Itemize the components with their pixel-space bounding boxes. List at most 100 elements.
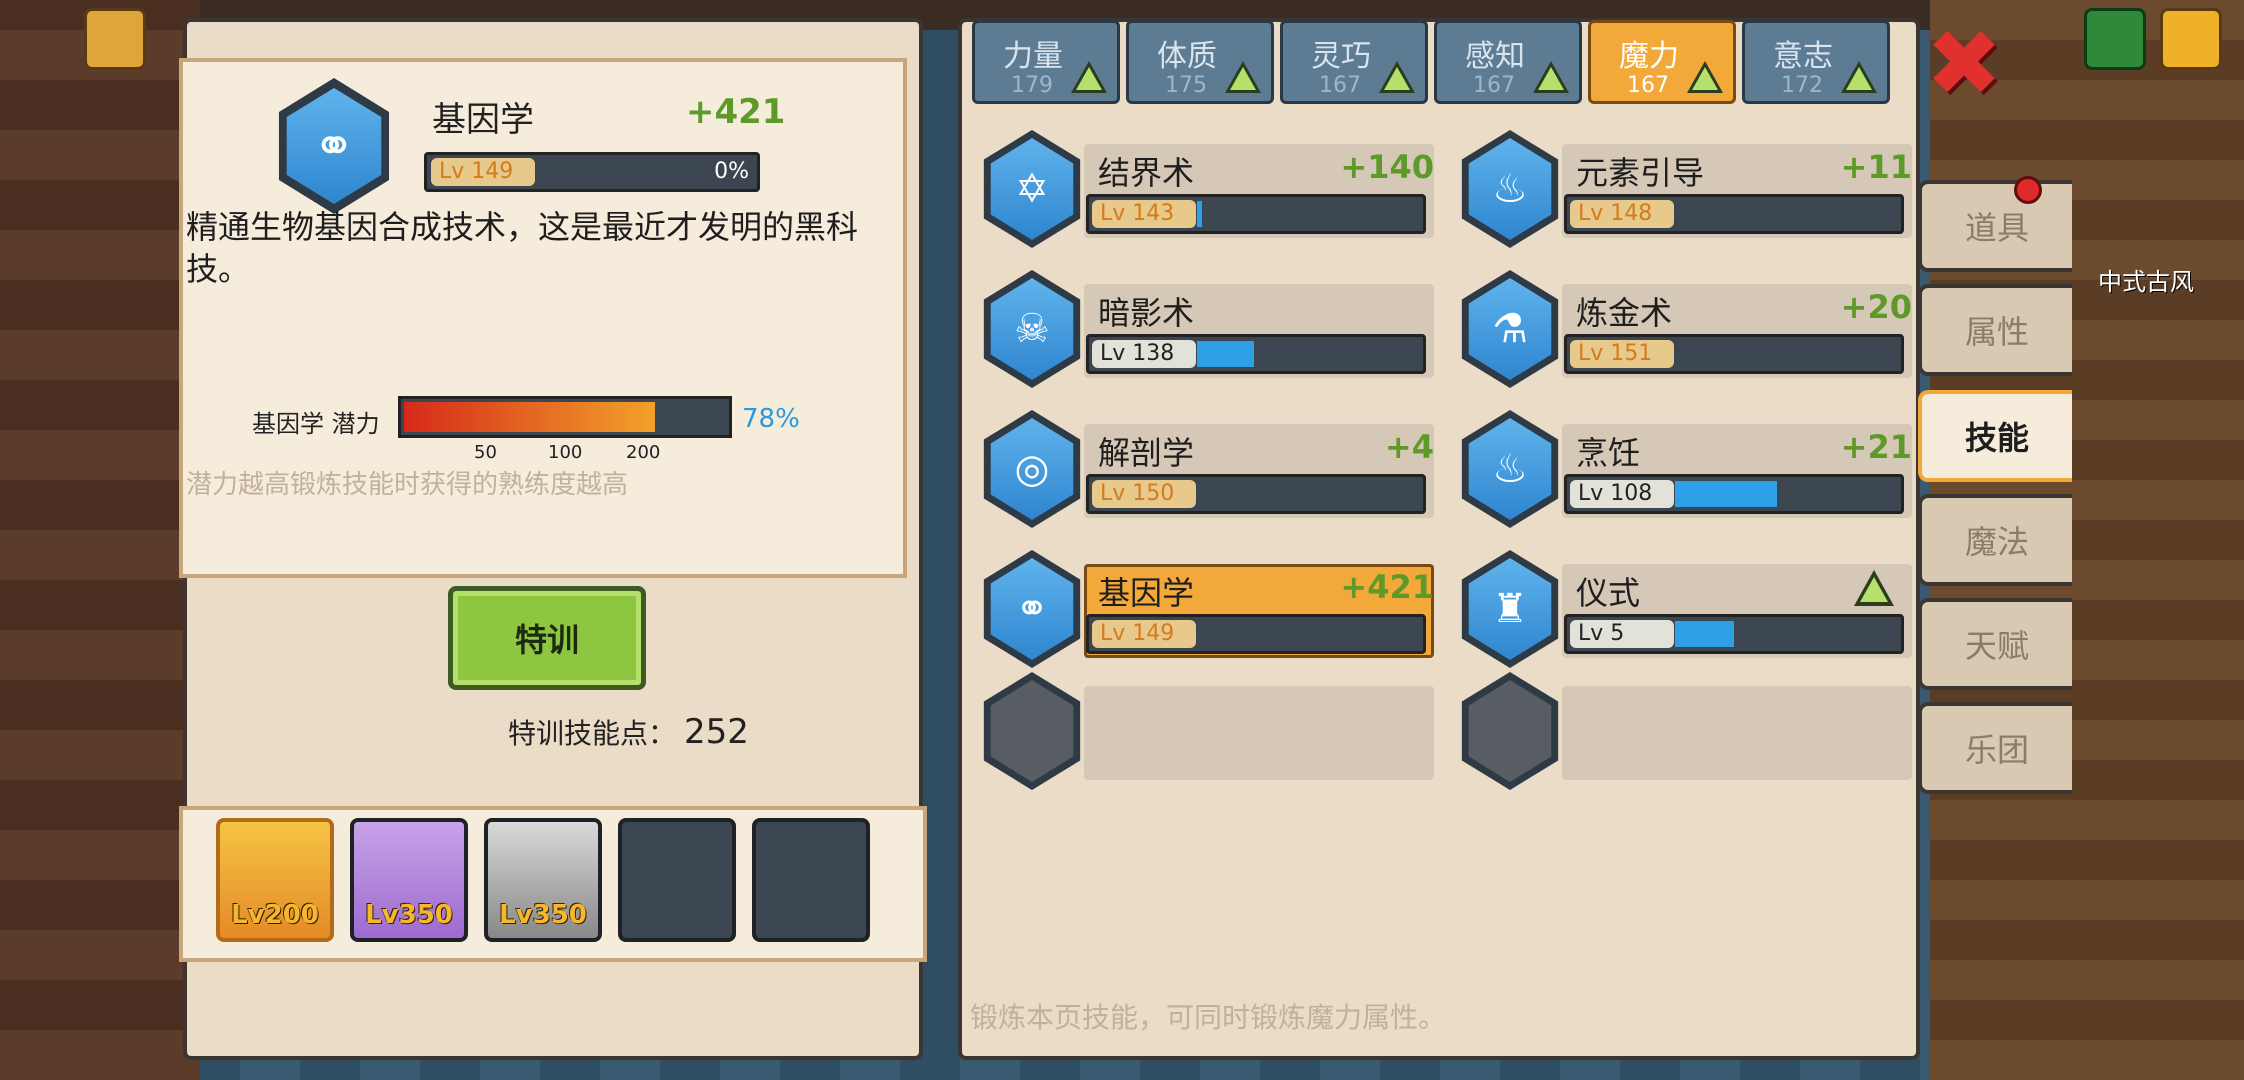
party-member-slot[interactable]: Lv200	[216, 818, 334, 942]
empty-skill-icon	[983, 672, 1081, 790]
skill-level: Lv 148	[1570, 200, 1674, 228]
skill-level: Lv 5	[1570, 620, 1674, 648]
skill-progress-fill	[1197, 341, 1254, 367]
skill-bonus: +4	[1384, 428, 1434, 466]
selected-skill-name: 基因学	[432, 100, 534, 140]
up-arrow-icon	[1687, 61, 1723, 93]
empty-skill-card	[1562, 686, 1912, 780]
player-avatar[interactable]	[84, 8, 146, 70]
empty-skill-icon	[1461, 672, 1559, 790]
skill-icon-frame: ♜	[1461, 550, 1559, 668]
molecule-icon: ⚭	[313, 117, 355, 175]
side-tab-magic[interactable]: 魔法	[1918, 494, 2072, 586]
minimize-icon[interactable]	[2160, 8, 2222, 70]
selected-skill-progress: 0%	[714, 159, 749, 184]
up-arrow-icon	[1225, 61, 1261, 93]
skill-item[interactable]: ♨ 元素引导 +11 Lv 148	[1452, 130, 1922, 248]
spiral-icon: ♨	[1492, 166, 1528, 212]
up-arrow-icon	[1071, 61, 1107, 93]
candle-icon: ♜	[1492, 586, 1528, 632]
skill-bonus: +11	[1840, 148, 1912, 186]
tab-strength[interactable]: 力量 179	[972, 20, 1120, 104]
pot-icon: ♨	[1492, 446, 1528, 492]
side-tab-talents[interactable]: 天赋	[1918, 598, 2072, 690]
special-training-button[interactable]: 特训	[448, 586, 646, 690]
training-points: 特训技能点： 252	[508, 712, 749, 752]
close-icon[interactable]: ✖	[1925, 18, 2002, 110]
potential-label: 基因学 潜力	[252, 410, 380, 438]
skill-name: 炼金术	[1576, 294, 1673, 332]
potential-bar	[398, 396, 732, 438]
tab-constitution[interactable]: 体质 175	[1126, 20, 1274, 104]
skill-level: Lv 151	[1570, 340, 1674, 368]
empty-party-slot[interactable]	[752, 818, 870, 942]
up-arrow-icon	[1854, 570, 1894, 606]
tab-label: 魔力	[1619, 39, 1679, 74]
skill-name: 基因学	[1098, 574, 1195, 612]
skill-bonus: +20	[1840, 288, 1912, 326]
tab-label: 感知	[1465, 39, 1525, 74]
empty-skill-slot	[974, 672, 1444, 790]
tab-value: 172	[1781, 73, 1823, 98]
skill-item[interactable]: ⚭ 基因学 +421 Lv 149	[974, 550, 1444, 668]
selected-skill-bonus: +421	[686, 92, 786, 132]
skill-name: 元素引导	[1576, 154, 1705, 192]
skill-item[interactable]: ◎ 解剖学 +4 Lv 150	[974, 410, 1444, 528]
skill-name: 暗影术	[1098, 294, 1195, 332]
party-member-slot[interactable]: Lv350	[484, 818, 602, 942]
tab-magic[interactable]: 魔力 167	[1588, 20, 1736, 104]
tab-dexterity[interactable]: 灵巧 167	[1280, 20, 1428, 104]
skill-progress-bar: Lv 149	[1086, 614, 1426, 654]
training-points-label: 特训技能点：	[508, 717, 677, 750]
tab-label: 力量	[1003, 39, 1063, 74]
skill-item[interactable]: ✡ 结界术 +140 Lv 143	[974, 130, 1444, 248]
skill-progress-bar: Lv 151	[1564, 334, 1904, 374]
tab-value: 175	[1165, 73, 1207, 98]
skill-item[interactable]: ☠ 暗影术 Lv 138	[974, 270, 1444, 388]
skill-level: Lv 149	[1092, 620, 1196, 648]
side-tab-skills[interactable]: 技能	[1918, 390, 2072, 482]
skill-icon-frame: ♨	[1461, 130, 1559, 248]
skill-item[interactable]: ♜ 仪式 Lv 5	[1452, 550, 1922, 668]
skill-progress-bar: Lv 150	[1086, 474, 1426, 514]
skill-level: Lv 143	[1092, 200, 1196, 228]
hexagram-icon: ✡	[1015, 166, 1049, 212]
party-member-slot[interactable]: Lv350	[350, 818, 468, 942]
empty-skill-card	[1084, 686, 1434, 780]
skill-icon-frame: ♨	[1461, 410, 1559, 528]
side-tab-band[interactable]: 乐团	[1918, 702, 2072, 794]
side-tab-items[interactable]: 道具	[1918, 180, 2072, 272]
right-scene-label: 中式古风	[2098, 268, 2194, 296]
skill-name: 解剖学	[1098, 434, 1195, 472]
training-points-value: 252	[684, 712, 749, 752]
selected-skill-xp-bar: Lv 149 0%	[424, 152, 760, 192]
potential-bar-fill	[404, 402, 655, 432]
skill-progress-fill	[1197, 201, 1202, 227]
tab-perception[interactable]: 感知 167	[1434, 20, 1582, 104]
party-member-level: Lv200	[231, 900, 319, 930]
up-arrow-icon	[1379, 61, 1415, 93]
skill-bonus: +421	[1340, 568, 1434, 606]
tab-willpower[interactable]: 意志 172	[1742, 20, 1890, 104]
selected-skill-description: 精通生物基因合成技术，这是最近才发明的黑科技。	[186, 208, 859, 288]
skill-item[interactable]: ⚗ 炼金术 +20 Lv 151	[1452, 270, 1922, 388]
potential-note: 潜力越高锻炼技能时获得的熟练度越高	[186, 470, 629, 500]
skill-name: 烹饪	[1576, 434, 1641, 472]
skill-progress-bar: Lv 138	[1086, 334, 1426, 374]
skill-icon-frame: ✡	[983, 130, 1081, 248]
potential-percent: 78%	[742, 404, 800, 434]
tab-label: 意志	[1773, 39, 1833, 74]
empty-party-slot[interactable]	[618, 818, 736, 942]
skill-progress-bar: Lv 148	[1564, 194, 1904, 234]
skill-level: Lv 108	[1570, 480, 1674, 508]
globe-icon[interactable]	[2084, 8, 2146, 70]
skill-name: 结界术	[1098, 154, 1195, 192]
skill-icon-frame: ☠	[983, 270, 1081, 388]
skill-item[interactable]: ♨ 烹饪 +21 Lv 108	[1452, 410, 1922, 528]
up-arrow-icon	[1841, 61, 1877, 93]
tab-label: 体质	[1157, 39, 1217, 74]
skill-icon-frame: ⚭	[983, 550, 1081, 668]
skill-name: 仪式	[1576, 574, 1641, 612]
side-tab-attributes[interactable]: 属性	[1918, 284, 2072, 376]
skill-icon-frame: ⚗	[1461, 270, 1559, 388]
